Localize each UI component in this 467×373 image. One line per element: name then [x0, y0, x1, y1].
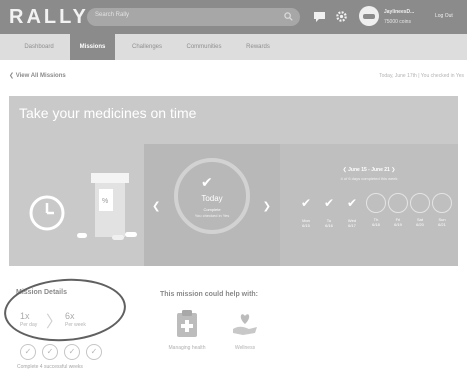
week-check-icon: ✓ [20, 344, 36, 360]
avatar[interactable] [359, 6, 379, 26]
tab-dashboard[interactable]: Dashboard [18, 34, 60, 60]
complete-weeks-note: Complete 4 successful weeks [17, 364, 83, 370]
checkmark-icon: ✔ [323, 196, 335, 210]
day-mon: ✔ Mon 6/15 [295, 192, 317, 228]
tab-communities[interactable]: Communities [178, 34, 230, 60]
logout-link[interactable]: Log Out [435, 13, 453, 19]
today-status: Complete [203, 207, 221, 212]
empty-day-circle [366, 193, 386, 213]
today-checkin-card[interactable]: ✔ Today Complete You checked in Yes ❮ ❯ [144, 144, 280, 266]
help-item-label: Wellness [234, 345, 256, 351]
checkmark-icon: ✔ [300, 196, 312, 210]
medicine-clock-illustration: % [29, 173, 137, 240]
week-range-label: June 15 - June 21 [348, 167, 390, 173]
day-sun: Sun 6/21 [431, 192, 453, 227]
help-with-title: This mission could help with: [160, 291, 259, 298]
day-date: 6/19 [394, 222, 402, 227]
help-item-label: Managing health [168, 345, 206, 351]
day-date: 6/15 [302, 223, 310, 228]
highlight-oval-annotation [1, 274, 129, 346]
rally-logo[interactable]: RALLY [9, 6, 89, 29]
chevron-left-icon: ❮ [9, 73, 16, 79]
day-date: 6/20 [416, 222, 424, 227]
previous-day-arrow-icon[interactable]: ❮ [152, 201, 160, 212]
search-placeholder: Search Rally [95, 12, 130, 18]
tab-missions[interactable]: Missions [70, 34, 115, 60]
empty-day-circle [410, 193, 430, 213]
day-tue: ✔ Tu 6/16 [318, 192, 340, 228]
tab-rewards[interactable]: Rewards [238, 34, 278, 60]
day-fri: Fri 6/19 [387, 192, 409, 227]
checkin-status-note: Today, June 17th | You checked in Yes [379, 73, 464, 79]
chat-icon[interactable] [313, 10, 326, 23]
empty-day-circle [388, 193, 408, 213]
day-date: 6/17 [348, 223, 356, 228]
back-link-label: View All Missions [15, 73, 66, 79]
empty-day-circle [432, 193, 452, 213]
week-progress: ❮ June 15 - June 21 ❯ 4 of 6 days comple… [280, 144, 458, 266]
search-input[interactable]: Search Rally [87, 8, 300, 26]
checkmark-icon: ✔ [346, 196, 358, 210]
user-name[interactable]: JaylineesD... [384, 9, 414, 15]
week-check-icon: ✓ [86, 344, 102, 360]
day-date: 6/18 [372, 222, 380, 227]
gear-icon[interactable] [335, 10, 348, 23]
day-wed: ✔ Wed 6/17 [341, 192, 363, 228]
day-date: 6/16 [325, 223, 333, 228]
heart-hand-icon[interactable] [229, 307, 261, 339]
back-to-missions-link[interactable]: ❮ View All Missions [9, 72, 66, 79]
checkmark-icon: ✔ [201, 174, 213, 190]
medical-clipboard-icon[interactable] [171, 307, 203, 339]
week-check-icon: ✓ [42, 344, 58, 360]
week-completed-count: 4 of 6 days completed this week [340, 176, 398, 181]
main-nav: Dashboard Missions Challenges Communitie… [0, 34, 467, 60]
top-bar: RALLY Search Rally JaylineesD... 75000 c… [0, 0, 467, 34]
mission-hero: Take your medicines on time % ✔ Today Co… [9, 96, 458, 266]
today-checked-in: You checked in Yes [194, 213, 230, 218]
day-thu: Th 6/18 [365, 192, 387, 227]
week-range: ❮ June 15 - June 21 ❯ [280, 167, 458, 173]
next-day-arrow-icon[interactable]: ❯ [263, 201, 271, 212]
mission-title: Take your medicines on time [19, 105, 197, 121]
day-sat: Sat 6/20 [409, 192, 431, 227]
svg-text:%: % [102, 198, 108, 205]
day-date: 6/21 [438, 222, 446, 227]
today-label: Today [201, 194, 223, 203]
coin-balance: 75000 coins [384, 19, 411, 25]
tab-challenges[interactable]: Challenges [124, 34, 170, 60]
week-check-icon: ✓ [64, 344, 80, 360]
search-icon[interactable] [284, 12, 293, 21]
next-week-icon[interactable]: ❯ [390, 167, 395, 173]
